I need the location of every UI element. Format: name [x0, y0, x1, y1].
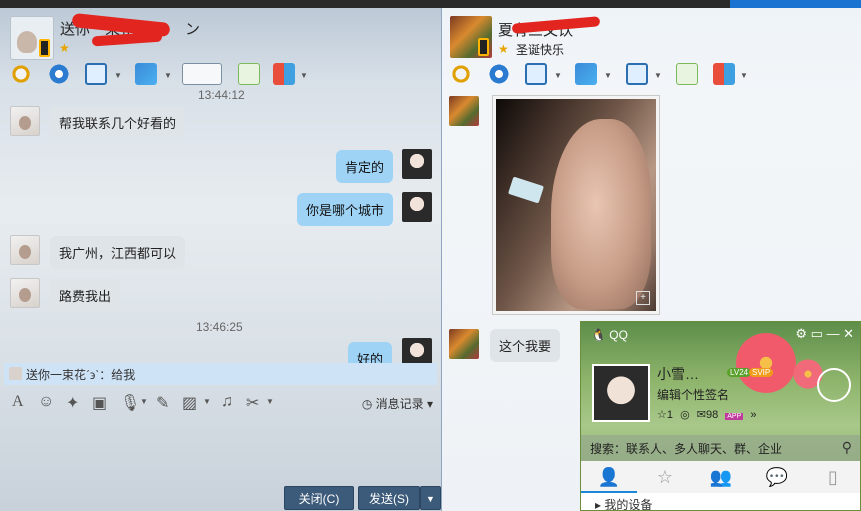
add-app-icon[interactable] — [676, 63, 698, 85]
file-transfer-icon[interactable] — [135, 63, 157, 85]
screen-share-icon[interactable] — [626, 63, 648, 85]
tab-contacts[interactable]: 👤 — [581, 461, 637, 493]
chevron-down-icon[interactable]: ▼ — [554, 71, 562, 80]
nickname[interactable]: 小雪… — [657, 364, 699, 384]
contact-avatar[interactable] — [10, 16, 54, 60]
chevron-down-icon[interactable]: ▼ — [604, 71, 612, 80]
star-icon: ★ — [498, 42, 509, 56]
remote-desktop-icon[interactable] — [525, 63, 547, 85]
message-history-button[interactable]: ◷ 消息记录 ▾ — [362, 395, 433, 412]
scissors-icon[interactable]: ✂ — [246, 393, 259, 413]
voice-call-icon[interactable] — [450, 63, 472, 85]
more-icon[interactable]: » — [750, 409, 756, 421]
chevron-down-icon[interactable]: ▼ — [654, 71, 662, 80]
message-bubble: 这个我要 — [490, 329, 561, 362]
contact-avatar[interactable] — [450, 16, 492, 58]
contact-status: 圣诞快乐 — [516, 43, 565, 57]
chevron-down-icon[interactable]: ▼ — [203, 397, 211, 406]
message-bubble: 你是哪个城市 — [297, 193, 394, 226]
remote-desktop-icon[interactable] — [85, 63, 107, 85]
weather-icon[interactable] — [817, 368, 851, 402]
voice-message-icon[interactable]: 🎙 — [120, 393, 140, 413]
chevron-down-icon[interactable]: ▼ — [140, 397, 148, 406]
music-icon[interactable]: ♫ — [221, 393, 233, 411]
font-icon[interactable]: A — [12, 393, 24, 411]
apps-grid-icon[interactable] — [713, 63, 735, 85]
edit-icon[interactable]: ✎ — [156, 393, 169, 413]
video-call-icon[interactable] — [488, 63, 510, 85]
screenshot-icon[interactable]: ▣ — [92, 393, 107, 413]
zoom-icon[interactable]: + — [636, 291, 650, 305]
qq-main-panel: 🐧 QQ ⚙ ▭ — ✕ 小雪… LV24 SVIP 编辑个性签名 ☆1 ◎ ✉… — [580, 321, 861, 511]
level-badge[interactable]: LV24 — [727, 368, 752, 377]
avatar[interactable] — [10, 235, 40, 265]
avatar[interactable] — [402, 149, 432, 179]
chat-toolbar: ▼ ▼ ▼ ▼ — [450, 63, 750, 89]
timestamp: 13:44:12 — [198, 88, 245, 102]
apps-grid-icon[interactable] — [273, 63, 295, 85]
input-toolbar: A ☺ ✦ ▣ 🎙 ▼ ✎ ▨ ▼ ♫ ✂ ▼ ◷ 消息记录 ▾ — [8, 393, 433, 415]
notice-bar[interactable]: 送你一束花ˊ϶ˋ：给我 — [4, 363, 437, 385]
qq-logo: 🐧 QQ — [591, 328, 628, 342]
avatar[interactable] — [10, 278, 40, 308]
window-controls[interactable]: ⚙ ▭ — ✕ — [795, 326, 854, 342]
mail-icon[interactable]: ✉ — [697, 409, 706, 421]
send-button[interactable]: 发送(S) — [358, 486, 420, 510]
emoji-icon[interactable]: ☺ — [38, 393, 54, 411]
avatar[interactable] — [402, 192, 432, 222]
status-icons-row: ☆1 ◎ ✉98 APP » — [657, 409, 757, 421]
voice-call-icon[interactable] — [10, 63, 32, 85]
qq-tabs: 👤 ☆ 👥 💬 ▯ — [581, 461, 860, 493]
file-transfer-icon[interactable] — [575, 63, 597, 85]
chevron-down-icon[interactable]: ▼ — [114, 71, 122, 80]
timestamp: 13:46:25 — [196, 320, 243, 334]
chat-toolbar: ▼ ▼ ▼ — [10, 63, 310, 89]
message-bubble: 帮我联系几个好看的 — [50, 106, 186, 139]
message-bubble: 路费我出 — [50, 279, 121, 312]
mobile-online-icon — [39, 39, 50, 57]
contact-icon — [9, 367, 22, 380]
tab-groups[interactable]: 👥 — [693, 461, 749, 493]
vip-badge[interactable]: SVIP — [749, 368, 774, 377]
avatar[interactable] — [449, 329, 479, 359]
close-button[interactable]: 关闭(C) — [284, 486, 354, 510]
chevron-down-icon[interactable]: ▼ — [164, 71, 172, 80]
tab-favorites[interactable]: ☆ — [637, 461, 693, 493]
chevron-down-icon[interactable]: ▼ — [300, 71, 308, 80]
star-icon: ★ — [59, 41, 70, 55]
tab-conversations[interactable]: 💬 — [749, 461, 805, 493]
add-app-icon[interactable] — [238, 63, 260, 85]
search-input[interactable]: 搜索：联系人、多人聊天、群、企业 ⚲ — [581, 435, 860, 461]
screen-share-icon[interactable] — [182, 63, 222, 85]
left-chat-window: 送你一束花ン ★ ▼ ▼ ▼ 13:44:12 帮我联系几个好看的 肯定的 你是… — [0, 8, 441, 511]
notice-text: 送你一束花ˊ϶ˋ：给我 — [26, 368, 136, 382]
qzone-icon[interactable]: ◎ — [680, 409, 690, 421]
video-call-icon[interactable] — [48, 63, 70, 85]
list-item[interactable]: ▸ 我的设备 — [581, 493, 860, 510]
star-icon[interactable]: ☆ — [657, 409, 667, 421]
mobile-online-icon — [478, 38, 489, 56]
image-icon[interactable]: ▨ — [182, 393, 197, 413]
chevron-down-icon[interactable]: ▼ — [266, 397, 274, 406]
signature[interactable]: 编辑个性签名 — [657, 386, 729, 403]
avatar[interactable] — [449, 96, 479, 126]
shared-photo[interactable]: + — [492, 95, 660, 315]
flower-decoration — [731, 328, 801, 398]
tab-devices[interactable]: ▯ — [805, 461, 860, 493]
left-window-header: 送你一束花ン ★ — [0, 8, 441, 60]
send-options-button[interactable]: ▼ — [420, 486, 441, 510]
avatar[interactable] — [10, 106, 40, 136]
app-icon[interactable]: APP — [725, 413, 744, 420]
search-icon[interactable]: ⚲ — [842, 439, 852, 456]
chevron-down-icon[interactable]: ▼ — [740, 71, 748, 80]
message-bubble: 肯定的 — [336, 150, 394, 183]
magic-icon[interactable]: ✦ — [66, 393, 79, 413]
avatar[interactable] — [592, 364, 650, 422]
message-bubble: 我广州，江西都可以 — [50, 236, 186, 269]
